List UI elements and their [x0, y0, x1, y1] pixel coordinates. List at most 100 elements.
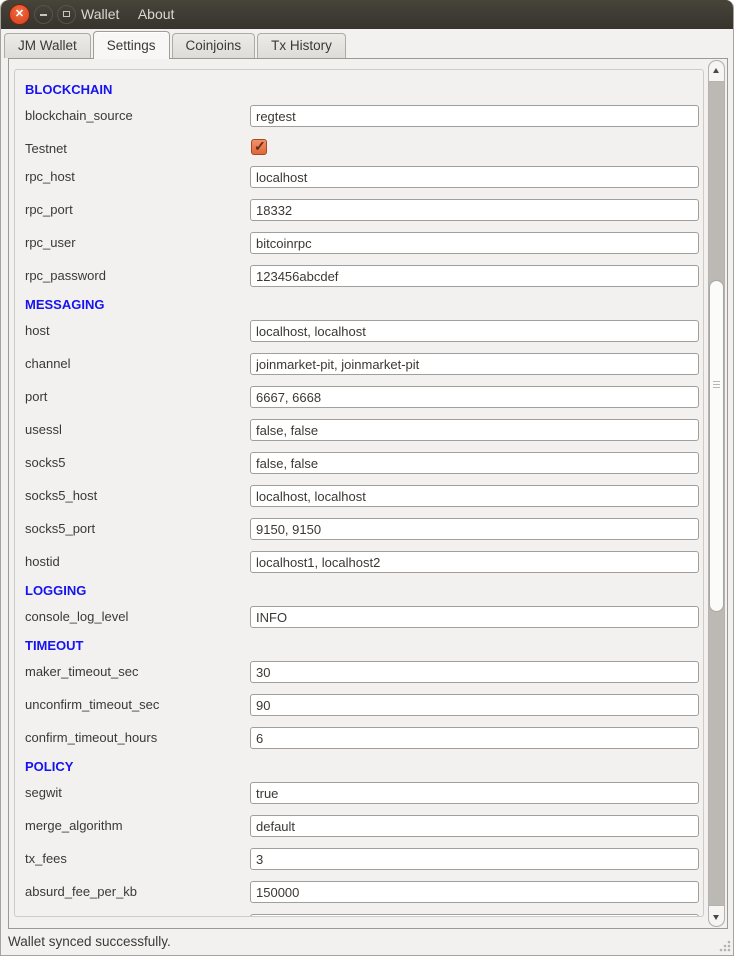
field-row-rpc-password: rpc_password [15, 260, 703, 293]
maker-timeout-sec-input[interactable] [250, 661, 699, 683]
rpc-host-label: rpc_host [25, 169, 75, 184]
tx-fees-input[interactable] [250, 848, 699, 870]
menubar: Wallet About [81, 0, 188, 29]
settings-form: BLOCKCHAIN blockchain_source Testnet rpc_ho… [14, 69, 704, 917]
testnet-checkbox[interactable] [251, 139, 267, 155]
field-row-socks5: socks5 [15, 447, 703, 480]
rpc-password-label: rpc_password [25, 268, 106, 283]
socks5-host-input[interactable] [250, 485, 699, 507]
field-row-rpc-port: rpc_port [15, 194, 703, 227]
socks5-label: socks5 [25, 455, 65, 470]
socks5-port-input[interactable] [250, 518, 699, 540]
section-header-blockchain: BLOCKCHAIN [15, 78, 703, 100]
rpc-host-input[interactable] [250, 166, 699, 188]
close-icon: ✕ [10, 5, 29, 24]
joinmarket-window: ✕ Wallet About JM Wallet Settings Coinjo… [0, 0, 734, 956]
minimize-button[interactable] [34, 5, 53, 24]
segwit-input[interactable] [250, 782, 699, 804]
field-row-port: port [15, 381, 703, 414]
tab-bar: JM Wallet Settings Coinjoins Tx History [1, 29, 734, 58]
section-header-policy: POLICY [15, 755, 703, 777]
socks5-host-label: socks5_host [25, 488, 97, 503]
scroll-up-icon [713, 68, 719, 73]
scroll-up-button[interactable] [709, 61, 724, 82]
unconfirm-timeout-sec-label: unconfirm_timeout_sec [25, 697, 159, 712]
field-row-socks5-port: socks5_port [15, 513, 703, 546]
port-label: port [25, 389, 47, 404]
usessl-input[interactable] [250, 419, 699, 441]
socks5-port-label: socks5_port [25, 521, 95, 536]
hidden-field-input[interactable] [250, 914, 699, 917]
console-log-level-label: console_log_level [25, 609, 128, 624]
segwit-label: segwit [25, 785, 62, 800]
section-header-messaging: MESSAGING [15, 293, 703, 315]
rpc-user-label: rpc_user [25, 235, 76, 250]
field-row-usessl: usessl [15, 414, 703, 447]
field-row-blockchain-source: blockchain_source [15, 100, 703, 133]
main-content: BLOCKCHAIN blockchain_source Testnet rpc_ho… [1, 58, 734, 929]
usessl-label: usessl [25, 422, 62, 437]
tab-jm-wallet[interactable]: JM Wallet [4, 33, 91, 58]
blockchain-source-label: blockchain_source [25, 108, 133, 123]
status-bar: Wallet synced successfully. [1, 929, 734, 956]
field-row-maker-timeout-sec: maker_timeout_sec [15, 656, 703, 689]
host-input[interactable] [250, 320, 699, 342]
merge-algorithm-label: merge_algorithm [25, 818, 123, 833]
testnet-label: Testnet [25, 141, 67, 156]
hostid-input[interactable] [250, 551, 699, 573]
field-row-channel: channel [15, 348, 703, 381]
field-row-hostid: hostid [15, 546, 703, 579]
tab-tx-history[interactable]: Tx History [257, 33, 346, 58]
vertical-scrollbar[interactable] [708, 60, 725, 927]
channel-label: channel [25, 356, 71, 371]
maker-timeout-sec-label: maker_timeout_sec [25, 664, 138, 679]
maximize-button[interactable] [57, 5, 76, 24]
tx-fees-label: tx_fees [25, 851, 67, 866]
field-row-segwit: segwit [15, 777, 703, 810]
blockchain-source-input[interactable] [250, 105, 699, 127]
maximize-icon [63, 11, 70, 17]
section-header-timeout: TIMEOUT [15, 634, 703, 656]
socks5-input[interactable] [250, 452, 699, 474]
field-row-absurd-fee-per-kb: absurd_fee_per_kb [15, 876, 703, 909]
absurd-fee-per-kb-label: absurd_fee_per_kb [25, 884, 137, 899]
resize-grip[interactable] [718, 939, 732, 953]
scroll-down-icon [713, 915, 719, 920]
host-label: host [25, 323, 50, 338]
console-log-level-input[interactable] [250, 606, 699, 628]
field-row-merge-algorithm: merge_algorithm [15, 810, 703, 843]
titlebar: ✕ Wallet About [1, 0, 734, 29]
field-row-unconfirm-timeout-sec: unconfirm_timeout_sec [15, 689, 703, 722]
tab-coinjoins[interactable]: Coinjoins [172, 33, 256, 58]
hostid-label: hostid [25, 554, 60, 569]
field-row-rpc-user: rpc_user [15, 227, 703, 260]
menu-wallet[interactable]: Wallet [81, 6, 119, 22]
scroll-down-button[interactable] [709, 905, 724, 926]
absurd-fee-per-kb-input[interactable] [250, 881, 699, 903]
menu-about[interactable]: About [138, 6, 175, 22]
minimize-icon [40, 14, 47, 16]
close-button[interactable]: ✕ [9, 4, 30, 25]
merge-algorithm-input[interactable] [250, 815, 699, 837]
tab-settings[interactable]: Settings [93, 31, 170, 59]
section-header-logging: LOGGING [15, 579, 703, 601]
status-message: Wallet synced successfully. [8, 934, 171, 949]
field-row-hidden-field [15, 909, 703, 917]
unconfirm-timeout-sec-input[interactable] [250, 694, 699, 716]
rpc-port-label: rpc_port [25, 202, 73, 217]
confirm-timeout-hours-input[interactable] [250, 727, 699, 749]
rpc-user-input[interactable] [250, 232, 699, 254]
settings-scroll-area: BLOCKCHAIN blockchain_source Testnet rpc_ho… [8, 58, 728, 929]
confirm-timeout-hours-label: confirm_timeout_hours [25, 730, 157, 745]
port-input[interactable] [250, 386, 699, 408]
rpc-port-input[interactable] [250, 199, 699, 221]
field-row-testnet: Testnet [15, 133, 703, 161]
scrollbar-thumb[interactable] [709, 280, 724, 612]
field-row-confirm-timeout-hours: confirm_timeout_hours [15, 722, 703, 755]
channel-input[interactable] [250, 353, 699, 375]
field-row-console-log-level: console_log_level [15, 601, 703, 634]
field-row-tx-fees: tx_fees [15, 843, 703, 876]
field-row-rpc-host: rpc_host [15, 161, 703, 194]
field-row-host: host [15, 315, 703, 348]
rpc-password-input[interactable] [250, 265, 699, 287]
